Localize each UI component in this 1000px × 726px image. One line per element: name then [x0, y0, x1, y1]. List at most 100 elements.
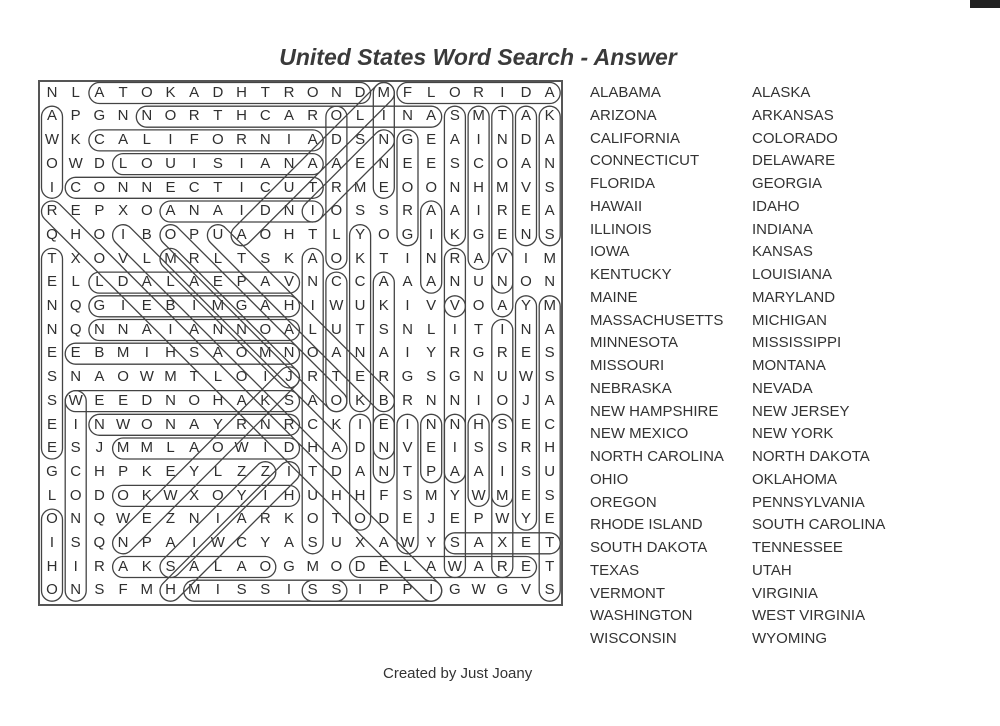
grid-cell[interactable]: U	[325, 532, 348, 555]
grid-cell[interactable]: N	[41, 319, 64, 342]
grid-cell[interactable]: A	[136, 319, 159, 342]
grid-cell[interactable]: R	[491, 200, 514, 223]
grid-cell[interactable]: S	[349, 200, 372, 223]
grid-cell[interactable]: A	[373, 342, 396, 365]
grid-cell[interactable]: W	[491, 508, 514, 531]
grid-cell[interactable]: Y	[515, 295, 538, 318]
grid-cell[interactable]: H	[159, 579, 182, 602]
grid-cell[interactable]: S	[207, 153, 230, 176]
grid-cell[interactable]: N	[254, 129, 277, 152]
grid-cell[interactable]: O	[88, 177, 111, 200]
grid-cell[interactable]: R	[254, 508, 277, 531]
grid-cell[interactable]: A	[159, 200, 182, 223]
grid-cell[interactable]: T	[325, 508, 348, 531]
grid-cell[interactable]: N	[444, 177, 467, 200]
grid-cell[interactable]: M	[491, 177, 514, 200]
grid-cell[interactable]: O	[88, 248, 111, 271]
grid-cell[interactable]: A	[301, 153, 324, 176]
grid-cell[interactable]: A	[207, 200, 230, 223]
grid-cell[interactable]: E	[396, 508, 419, 531]
grid-cell[interactable]: H	[467, 414, 490, 437]
grid-cell[interactable]: N	[41, 82, 64, 105]
grid-cell[interactable]: C	[88, 129, 111, 152]
grid-cell[interactable]: S	[538, 177, 561, 200]
grid-cell[interactable]: N	[64, 579, 87, 602]
grid-cell[interactable]: N	[515, 224, 538, 247]
grid-cell[interactable]: A	[301, 248, 324, 271]
grid-cell[interactable]: N	[112, 105, 135, 128]
grid-cell[interactable]: L	[207, 248, 230, 271]
grid-cell[interactable]: R	[88, 556, 111, 579]
grid-cell[interactable]: L	[112, 153, 135, 176]
grid-cell[interactable]: A	[278, 105, 301, 128]
grid-cell[interactable]: N	[373, 129, 396, 152]
grid-cell[interactable]: N	[420, 414, 443, 437]
grid-cell[interactable]: H	[230, 105, 253, 128]
grid-cell[interactable]: P	[136, 532, 159, 555]
grid-cell[interactable]: E	[41, 437, 64, 460]
grid-cell[interactable]: K	[136, 485, 159, 508]
grid-cell[interactable]: T	[301, 224, 324, 247]
grid-cell[interactable]: A	[278, 319, 301, 342]
grid-cell[interactable]: S	[538, 224, 561, 247]
grid-cell[interactable]: I	[420, 224, 443, 247]
grid-cell[interactable]: T	[349, 319, 372, 342]
grid-cell[interactable]: S	[301, 579, 324, 602]
grid-cell[interactable]: L	[420, 82, 443, 105]
grid-cell[interactable]: A	[467, 248, 490, 271]
grid-cell[interactable]: T	[373, 248, 396, 271]
grid-cell[interactable]: T	[538, 532, 561, 555]
grid-cell[interactable]: N	[420, 248, 443, 271]
grid-cell[interactable]: T	[207, 177, 230, 200]
grid-cell[interactable]: I	[183, 295, 206, 318]
grid-cell[interactable]: Y	[183, 461, 206, 484]
grid-cell[interactable]: O	[325, 200, 348, 223]
grid-cell[interactable]: T	[41, 248, 64, 271]
grid-cell[interactable]: R	[230, 129, 253, 152]
grid-cell[interactable]: L	[207, 366, 230, 389]
grid-cell[interactable]: O	[136, 200, 159, 223]
grid-cell[interactable]: W	[64, 390, 87, 413]
grid-cell[interactable]: E	[515, 200, 538, 223]
grid-cell[interactable]: R	[396, 200, 419, 223]
grid-cell[interactable]: K	[64, 129, 87, 152]
grid-cell[interactable]: I	[491, 319, 514, 342]
grid-cell[interactable]: S	[159, 556, 182, 579]
grid-cell[interactable]: A	[254, 271, 277, 294]
grid-cell[interactable]: P	[230, 271, 253, 294]
grid-cell[interactable]: P	[64, 105, 87, 128]
grid-cell[interactable]: V	[515, 177, 538, 200]
grid-cell[interactable]: I	[159, 319, 182, 342]
grid-cell[interactable]: S	[444, 153, 467, 176]
grid-cell[interactable]: A	[41, 105, 64, 128]
grid-cell[interactable]: E	[420, 129, 443, 152]
grid-cell[interactable]: C	[467, 153, 490, 176]
grid-cell[interactable]: W	[136, 366, 159, 389]
grid-cell[interactable]: N	[444, 390, 467, 413]
grid-cell[interactable]: A	[373, 271, 396, 294]
grid-cell[interactable]: M	[159, 248, 182, 271]
grid-cell[interactable]: R	[183, 248, 206, 271]
grid-cell[interactable]: U	[491, 366, 514, 389]
grid-cell[interactable]: N	[467, 366, 490, 389]
grid-cell[interactable]: A	[88, 82, 111, 105]
grid-cell[interactable]: O	[396, 177, 419, 200]
grid-cell[interactable]: B	[136, 224, 159, 247]
grid-cell[interactable]: R	[278, 82, 301, 105]
grid-cell[interactable]: S	[278, 390, 301, 413]
grid-cell[interactable]: O	[325, 556, 348, 579]
grid-cell[interactable]: I	[183, 532, 206, 555]
grid-cell[interactable]: Y	[230, 485, 253, 508]
grid-cell[interactable]: N	[538, 271, 561, 294]
grid-cell[interactable]: O	[88, 224, 111, 247]
grid-cell[interactable]: D	[278, 437, 301, 460]
grid-cell[interactable]: X	[64, 248, 87, 271]
grid-cell[interactable]: I	[278, 579, 301, 602]
grid-cell[interactable]: K	[349, 390, 372, 413]
grid-cell[interactable]: S	[183, 342, 206, 365]
grid-cell[interactable]: N	[301, 271, 324, 294]
grid-cell[interactable]: T	[254, 82, 277, 105]
grid-cell[interactable]: M	[491, 485, 514, 508]
grid-cell[interactable]: S	[491, 437, 514, 460]
grid-cell[interactable]: A	[420, 105, 443, 128]
